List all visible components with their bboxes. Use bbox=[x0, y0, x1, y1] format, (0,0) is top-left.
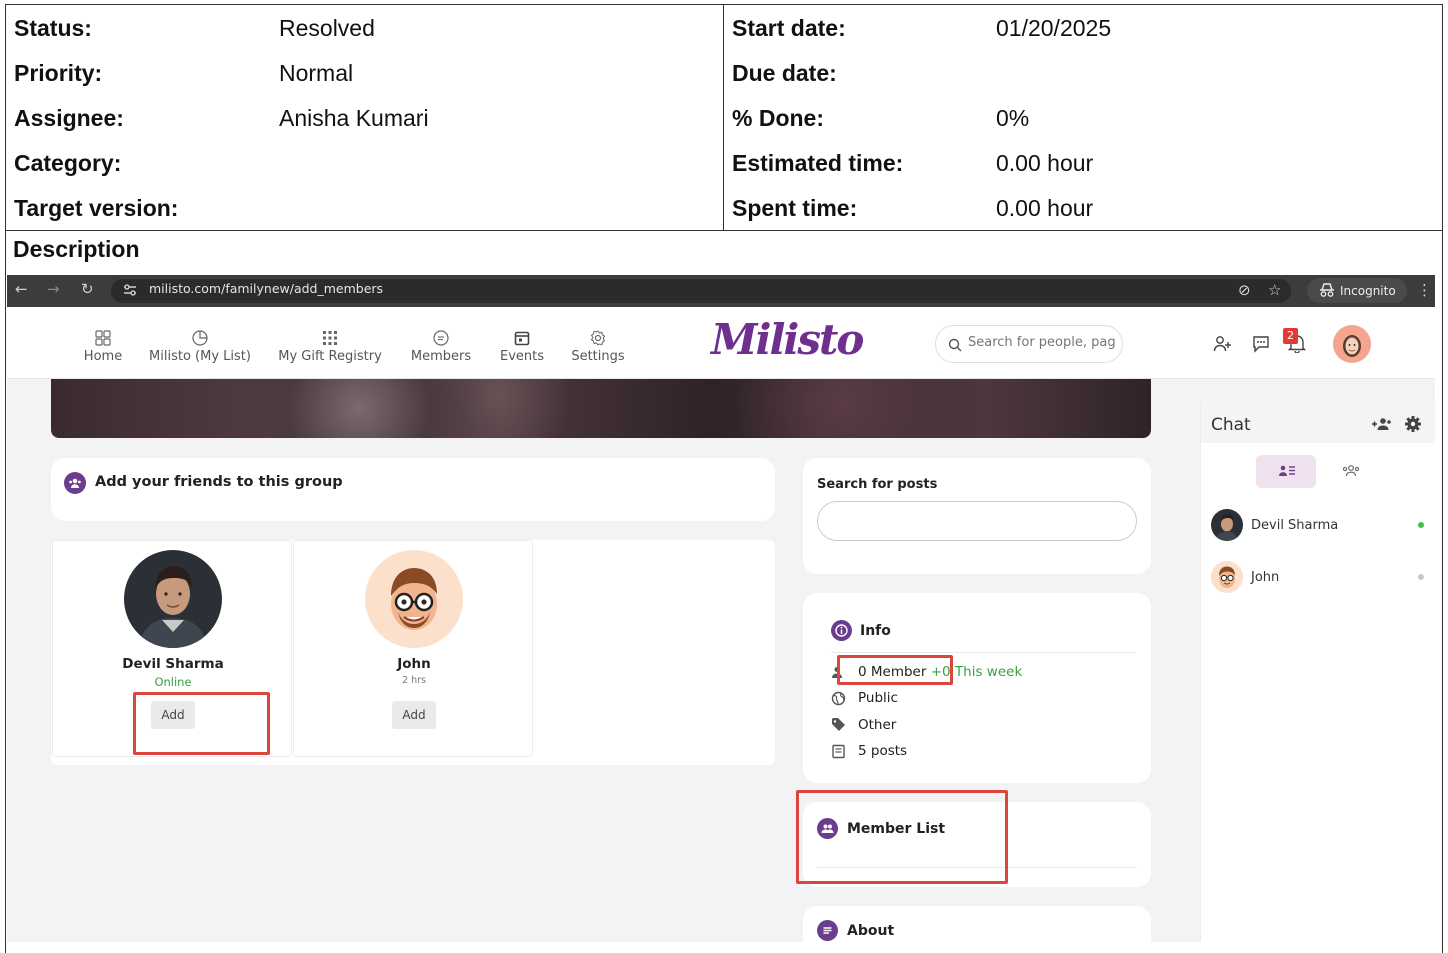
attr-category: Category: bbox=[14, 150, 122, 176]
nav-my-gift-registry[interactable]: My Gift Registry bbox=[277, 329, 383, 364]
attr-spent-time: Spent time: 0.00 hour bbox=[732, 195, 1094, 221]
chat-user-devil-sharma[interactable]: Devil Sharma bbox=[1211, 509, 1431, 543]
nav-settings[interactable]: Settings bbox=[567, 329, 629, 364]
group-cover-image bbox=[51, 379, 1151, 438]
friend-status: Online bbox=[154, 675, 192, 689]
nav-home[interactable]: Home bbox=[75, 329, 131, 364]
search-posts-input[interactable] bbox=[817, 501, 1137, 541]
global-search-input[interactable] bbox=[968, 335, 1118, 350]
chat-bubble-icon bbox=[433, 330, 449, 346]
highlight-box-member-list bbox=[796, 790, 1008, 884]
friend-avatar bbox=[365, 550, 463, 648]
tag-icon bbox=[832, 718, 845, 731]
attr-assignee: Assignee: Anisha Kumari bbox=[14, 105, 429, 131]
eye-off-icon[interactable]: ⊘ bbox=[1238, 281, 1251, 299]
friend-name[interactable]: John bbox=[294, 656, 534, 672]
chat-title: Chat bbox=[1211, 415, 1251, 435]
more-vertical-icon[interactable]: ⋮ bbox=[1417, 281, 1432, 299]
chat-panel: Chat Devil Sharma John bbox=[1200, 403, 1435, 942]
messages-icon[interactable] bbox=[1252, 335, 1270, 353]
chat-user-john[interactable]: John bbox=[1211, 561, 1431, 595]
globe-icon bbox=[831, 691, 846, 706]
add-group-chat-icon[interactable] bbox=[1370, 416, 1392, 432]
incognito-icon bbox=[1320, 283, 1334, 297]
incognito-indicator[interactable]: Incognito bbox=[1307, 278, 1407, 303]
user-avatar[interactable] bbox=[1333, 325, 1371, 363]
nav-members[interactable]: Members bbox=[407, 329, 475, 364]
chat-user-name: Devil Sharma bbox=[1251, 518, 1339, 533]
posts-count: 5 posts bbox=[858, 743, 908, 759]
attributes-left-column: Status: Resolved Priority: Normal Assignee… bbox=[6, 5, 724, 230]
attr-estimated-time: Estimated time: 0.00 hour bbox=[732, 150, 1094, 176]
browser-toolbar: ← → ↻ milisto.com/familynew/add_members … bbox=[7, 275, 1435, 307]
chat-user-avatar bbox=[1211, 561, 1243, 593]
contacts-list-icon bbox=[1279, 465, 1295, 476]
grid-icon bbox=[95, 330, 111, 346]
online-status-dot bbox=[1418, 522, 1424, 528]
issue-attributes-table: Status: Resolved Priority: Normal Assignee… bbox=[5, 4, 1443, 231]
description-title: Description bbox=[13, 236, 140, 262]
about-title[interactable]: About bbox=[847, 923, 894, 939]
search-posts-card: Search for posts bbox=[803, 458, 1151, 574]
notification-badge: 2 bbox=[1283, 328, 1298, 344]
friend-avatar bbox=[124, 550, 222, 648]
info-divider bbox=[831, 652, 1136, 653]
nav-milisto-my-list[interactable]: Milisto (My List) bbox=[147, 329, 253, 364]
global-search[interactable] bbox=[935, 325, 1123, 363]
attributes-right-column: Start date: 01/20/2025 Due date: % Done: 0… bbox=[725, 5, 1443, 230]
search-icon bbox=[948, 338, 962, 352]
chat-settings-gear-icon[interactable] bbox=[1404, 415, 1422, 433]
add-friends-title: Add your friends to this group bbox=[95, 474, 343, 490]
members-week: This week bbox=[954, 664, 1023, 680]
group-icon bbox=[1342, 465, 1360, 477]
calendar-icon bbox=[514, 331, 530, 346]
friend-name[interactable]: Devil Sharma bbox=[53, 656, 293, 672]
pie-chart-icon bbox=[192, 330, 208, 346]
chat-tab-groups[interactable] bbox=[1321, 455, 1381, 488]
about-card: About bbox=[803, 906, 1151, 942]
back-arrow-icon[interactable]: ← bbox=[15, 280, 28, 298]
gear-icon bbox=[590, 330, 606, 346]
app-header: Home Milisto (My List) My Gift Registry … bbox=[7, 307, 1435, 379]
site-settings-icon[interactable] bbox=[123, 283, 137, 297]
highlight-box-add-button bbox=[133, 692, 270, 755]
friend-last-seen: 2 hrs bbox=[402, 675, 426, 686]
offline-status-dot bbox=[1418, 574, 1424, 580]
attr-done-ratio: % Done: 0% bbox=[732, 105, 1030, 131]
forward-arrow-icon[interactable]: → bbox=[47, 280, 60, 298]
chat-user-name: John bbox=[1251, 570, 1280, 585]
add-friend-button[interactable]: Add bbox=[392, 701, 436, 729]
milisto-logo[interactable]: Milisto bbox=[711, 315, 864, 364]
attr-due-date: Due date: bbox=[732, 60, 837, 86]
chat-tab-contacts[interactable] bbox=[1256, 455, 1316, 488]
add-friend-icon[interactable] bbox=[1213, 335, 1233, 353]
attr-priority: Priority: Normal bbox=[14, 60, 354, 86]
info-icon bbox=[831, 620, 852, 641]
privacy-value: Public bbox=[858, 690, 898, 706]
star-icon[interactable]: ☆ bbox=[1268, 281, 1281, 299]
dots-grid-icon bbox=[323, 331, 337, 345]
nav-events[interactable]: Events bbox=[497, 329, 547, 364]
add-group-icon bbox=[64, 472, 86, 494]
chat-user-avatar bbox=[1211, 509, 1243, 541]
posts-icon bbox=[832, 744, 845, 759]
add-friends-card: Add your friends to this group bbox=[51, 458, 775, 521]
friend-card-john: John 2 hrs Add bbox=[293, 540, 533, 757]
info-card: Info 0 Member +0 This week Public Other … bbox=[803, 593, 1151, 783]
highlight-box-member-count bbox=[837, 655, 953, 685]
attr-status: Status: Resolved bbox=[14, 15, 375, 41]
attr-target-version: Target version: bbox=[14, 195, 179, 221]
category-value: Other bbox=[858, 717, 897, 733]
attached-screenshot: ← → ↻ milisto.com/familynew/add_members … bbox=[7, 275, 1435, 942]
url-text[interactable]: milisto.com/familynew/add_members bbox=[149, 281, 383, 296]
about-icon bbox=[817, 920, 838, 941]
info-title: Info bbox=[860, 623, 891, 639]
attr-start-date: Start date: 01/20/2025 bbox=[732, 15, 1112, 41]
search-posts-title: Search for posts bbox=[817, 477, 938, 492]
reload-icon[interactable]: ↻ bbox=[81, 280, 94, 298]
